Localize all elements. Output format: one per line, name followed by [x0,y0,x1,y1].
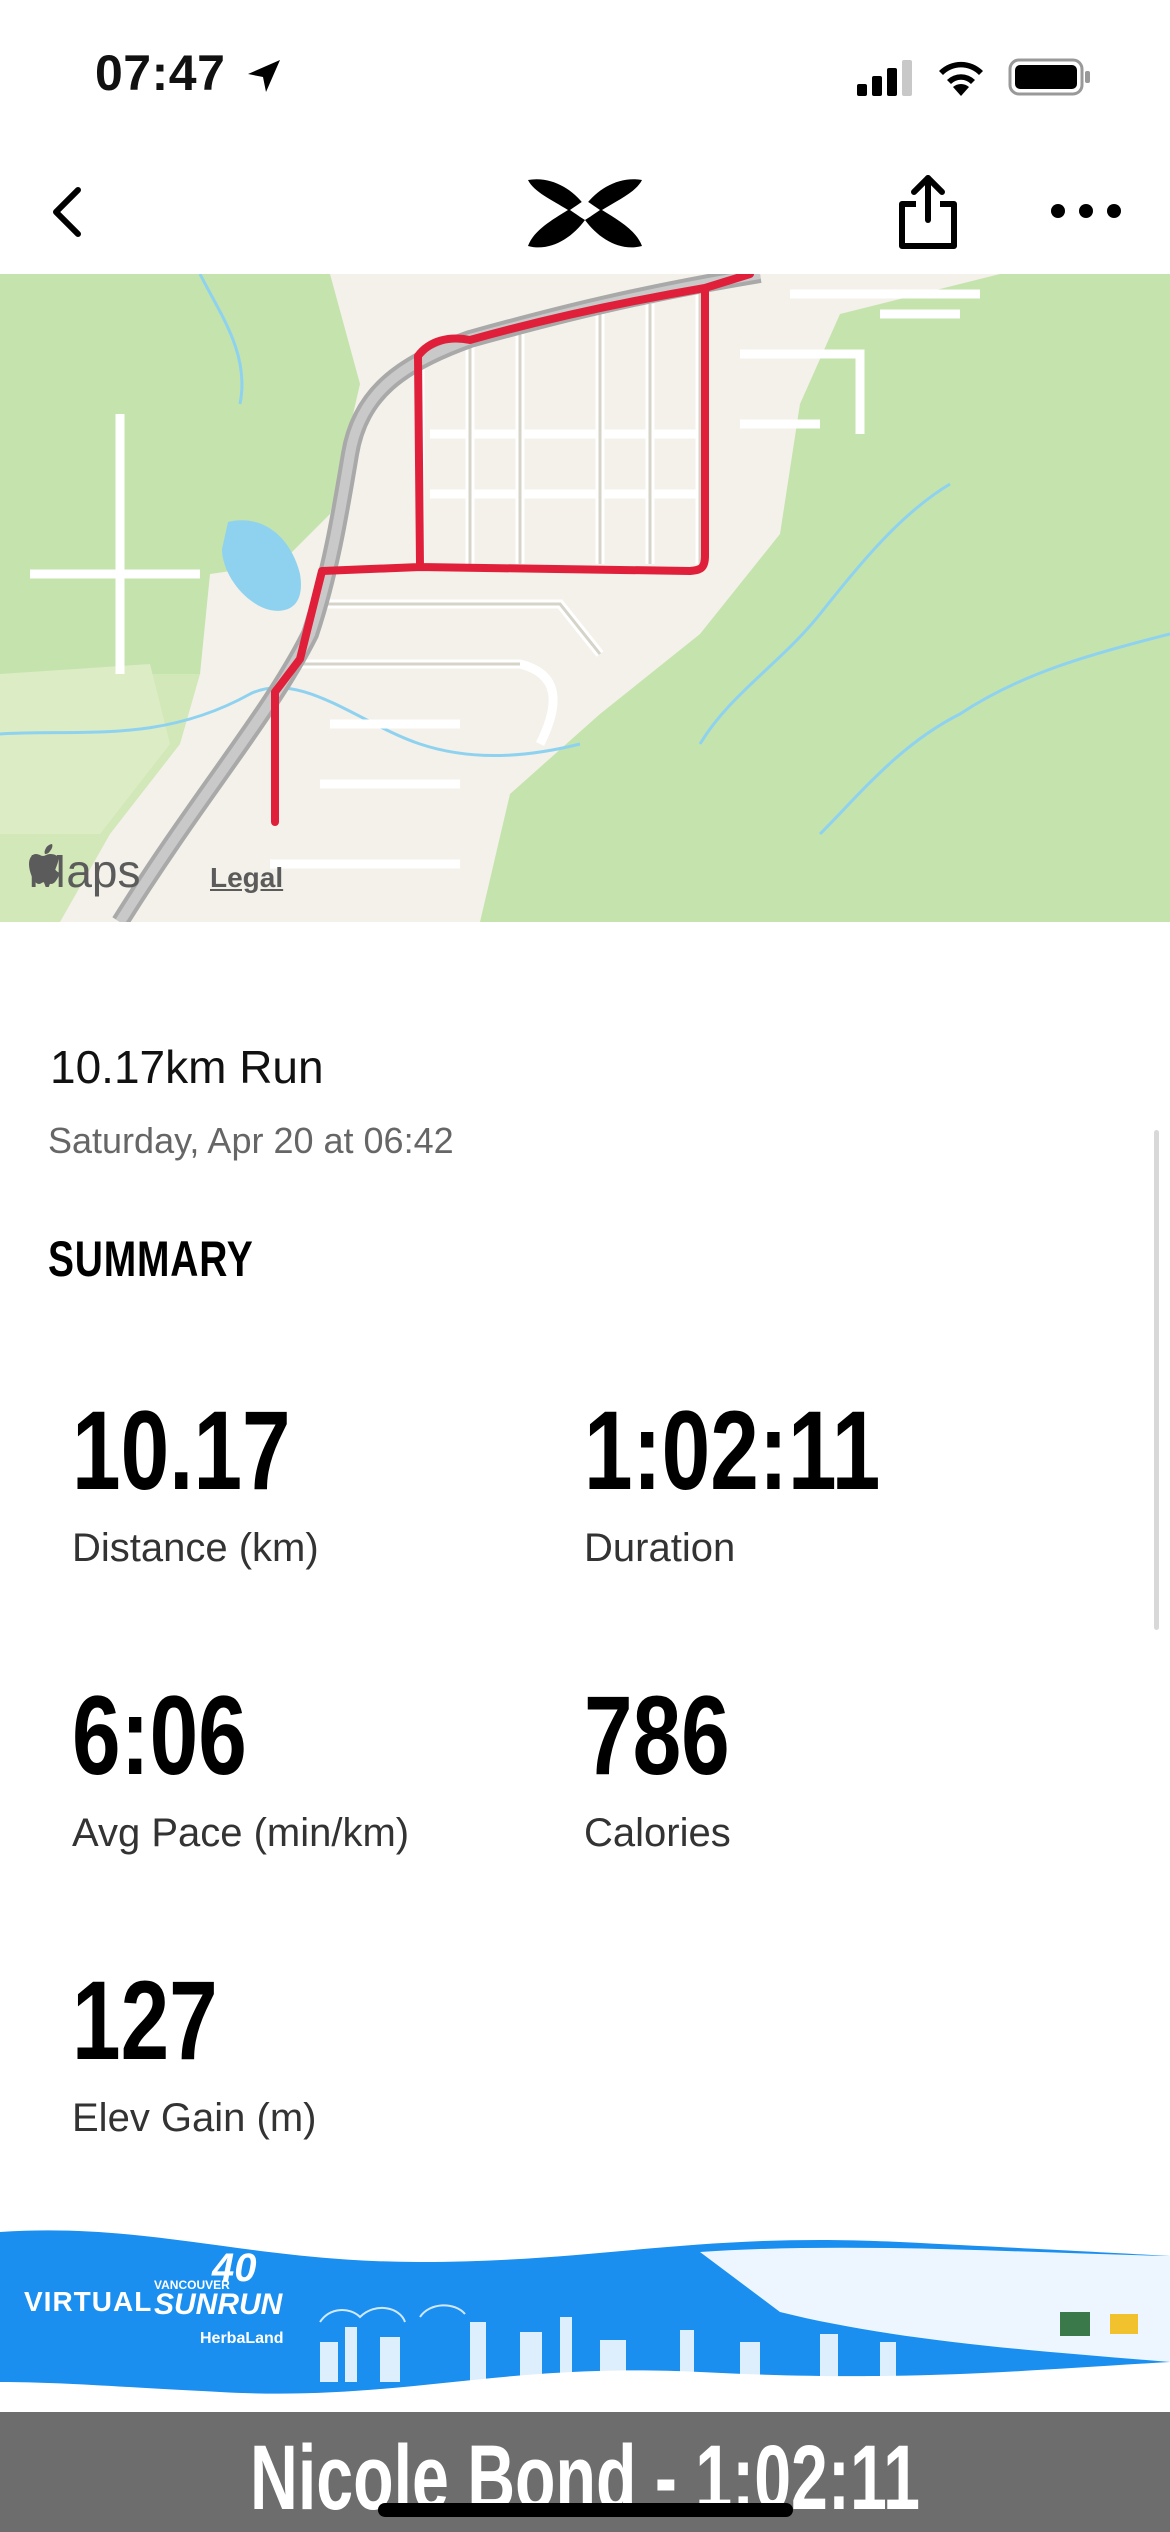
location-arrow-icon [248,60,280,92]
stat-duration: 1:02:11 Duration [584,1395,964,1575]
back-chevron-icon[interactable] [40,180,100,244]
home-indicator[interactable] [378,2503,793,2517]
stat-label: Distance (km) [72,1526,319,1570]
status-time: 07:47 [95,45,226,101]
wifi-icon [939,61,983,96]
route-map[interactable]: Maps Legal [0,274,1170,922]
stat-value: 1:02:11 [584,1388,881,1513]
workout-date: Saturday, Apr 20 at 06:42 [48,1120,454,1161]
more-options-icon[interactable] [1048,196,1124,226]
stat-distance: 10.17 Distance (km) [72,1395,432,1575]
stat-value: 127 [72,1958,218,2083]
stat-avg-pace: 6:06 Avg Pace (min/km) [72,1680,432,1860]
stat-calories: 786 Calories [584,1680,944,1860]
stat-label: Avg Pace (min/km) [72,1811,410,1855]
banner-40-logo: 40 [212,2246,257,2290]
stat-value: 786 [584,1673,730,1798]
stat-value: 6:06 [72,1673,247,1798]
apple-maps-attribution: Maps [28,844,140,898]
stat-value: 10.17 [72,1388,291,1513]
stat-label: Calories [584,1811,731,1855]
banner-sponsor-logo: HerbaLand [200,2330,284,2347]
summary-heading: SUMMARY [48,1231,254,1287]
navigation-bar [0,150,1170,274]
maps-legal-link[interactable]: Legal [210,862,283,894]
stat-label: Elev Gain (m) [72,2096,317,2140]
status-bar: 07:47 [0,0,1170,150]
under-armour-logo-icon [528,179,642,248]
caption-bar: Nicole Bond - 1:02:11 [0,2412,1170,2532]
stat-label: Duration [584,1526,736,1570]
banner-sunrun-logo: SUNRUN [154,2288,283,2321]
workout-title: 10.17km Run [50,1041,324,1093]
share-icon[interactable] [892,170,964,254]
cellular-signal-icon [857,60,912,96]
battery-icon [1008,58,1090,96]
map-canvas [0,274,1170,922]
scroll-indicator[interactable] [1154,1130,1159,1630]
apple-logo-icon [29,844,60,884]
banner-virtual-label: VIRTUAL [24,2286,153,2317]
sunrun-banner: VIRTUAL VANCOUVER SUNRUN 40 HerbaLand [0,2222,1170,2412]
stat-elev-gain: 127 Elev Gain (m) [72,1965,432,2145]
